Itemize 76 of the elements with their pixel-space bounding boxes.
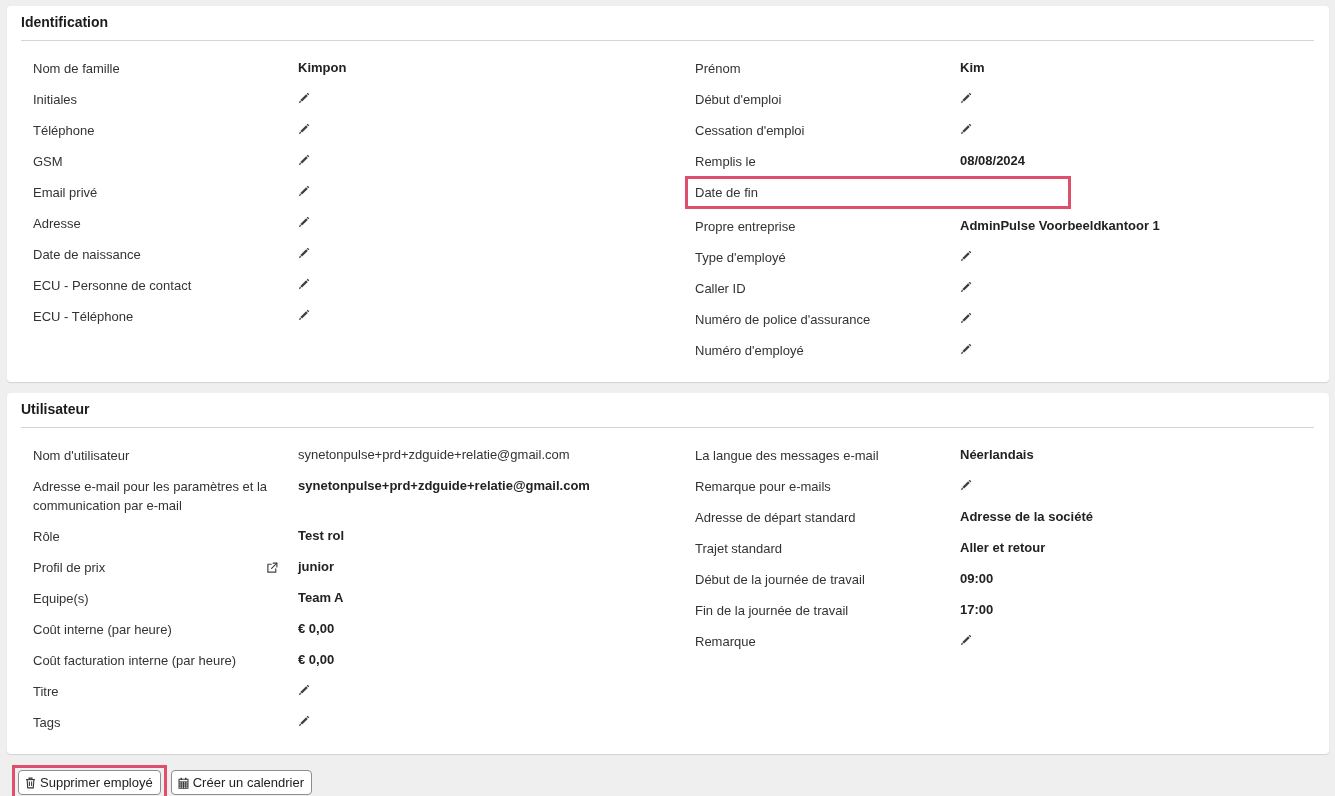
field-label: Initiales [33,91,78,109]
field-value: 08/08/2024 [960,153,1026,168]
field-value: 09:00 [960,571,994,586]
field-label: Nom de famille [33,60,120,78]
pencil-icon[interactable] [298,715,310,727]
field-label: Type d'employé [695,249,786,267]
pencil-icon[interactable] [298,309,310,321]
field-label: Adresse de départ standard [695,509,856,527]
calendar-icon [177,776,189,789]
field-label: Numéro d'employé [695,342,804,360]
field-label: Date de fin [695,184,758,202]
pencil-icon[interactable] [960,123,972,135]
field-label: Adresse [33,215,81,233]
pencil-icon[interactable] [960,479,972,491]
external-link-icon[interactable] [266,561,278,574]
field-label: Date de naissance [33,246,141,264]
field-label: Remplis le [695,153,756,171]
field-label: Titre [33,683,59,701]
field-label: Remarque pour e-mails [695,478,831,496]
pencil-icon[interactable] [298,185,310,197]
field-label: Rôle [33,528,60,546]
field-label: Téléphone [33,122,95,140]
field-label: Fin de la journée de travail [695,602,849,620]
pencil-icon[interactable] [960,92,972,104]
field-value: AdminPulse Voorbeeldkantoor 1 [960,218,1160,233]
field-label: La langue des messages e-mail [695,447,879,465]
pencil-icon[interactable] [960,312,972,324]
pencil-icon[interactable] [960,250,972,262]
pencil-icon[interactable] [298,216,310,228]
field-label: Début de la journée de travail [695,571,865,589]
pencil-icon[interactable] [298,154,310,166]
field-label: Prénom [695,60,741,78]
field-label: Coût facturation interne (par heure) [33,652,237,670]
field-label: Profil de prix [33,559,106,577]
field-value: junior [298,559,335,574]
field-label: Tags [33,714,61,732]
pencil-icon[interactable] [298,278,310,290]
field-label: Propre entreprise [695,218,796,236]
section-title: Utilisateur [21,401,1314,428]
pencil-icon[interactable] [960,343,972,355]
field-label: Trajet standard [695,540,782,558]
field-value: synetonpulse+prd+zdguide+relatie@gmail.com [298,478,590,493]
field-label: Coût interne (par heure) [33,621,172,639]
field-label: GSM [33,153,63,171]
field-value: synetonpulse+prd+zdguide+relatie@gmail.com [298,447,570,462]
field-value: Aller et retour [960,540,1046,555]
field-value: € 0,00 [298,652,335,667]
field-value: Kimpon [298,60,347,75]
trash-icon [25,776,36,789]
field-label: Numéro de police d'assurance [695,311,871,329]
pencil-icon[interactable] [298,123,310,135]
calendar-button[interactable]: Créer un calendrier [170,770,312,795]
field-label: Cessation d'emploi [695,122,805,140]
field-label: Adresse e-mail pour les paramètres et la communication par e-mail [33,478,269,515]
field-value: Adresse de la société [960,509,1093,524]
field-label: ECU - Téléphone [33,308,134,326]
field-label: Caller ID [695,280,746,298]
delete-button[interactable]: Supprimer employé [18,770,161,795]
section-title: Identification [21,14,1314,41]
field-value: Kim [960,60,985,75]
field-value: € 0,00 [298,621,335,636]
pencil-icon[interactable] [960,281,972,293]
pencil-icon[interactable] [298,247,310,259]
field-value: 17:00 [960,602,994,617]
field-value: Néerlandais [960,447,1034,462]
field-value: Team A [298,590,344,605]
field-value: Test rol [298,528,344,543]
field-label: Remarque [695,633,756,651]
pencil-icon[interactable] [298,92,310,104]
field-label: Equipe(s) [33,590,89,608]
field-label: Nom d'utilisateur [33,447,130,465]
field-label: Email privé [33,184,98,202]
pencil-icon[interactable] [298,684,310,696]
pencil-icon[interactable] [960,634,972,646]
field-label: ECU - Personne de contact [33,277,192,295]
field-label: Début d'emploi [695,91,782,109]
